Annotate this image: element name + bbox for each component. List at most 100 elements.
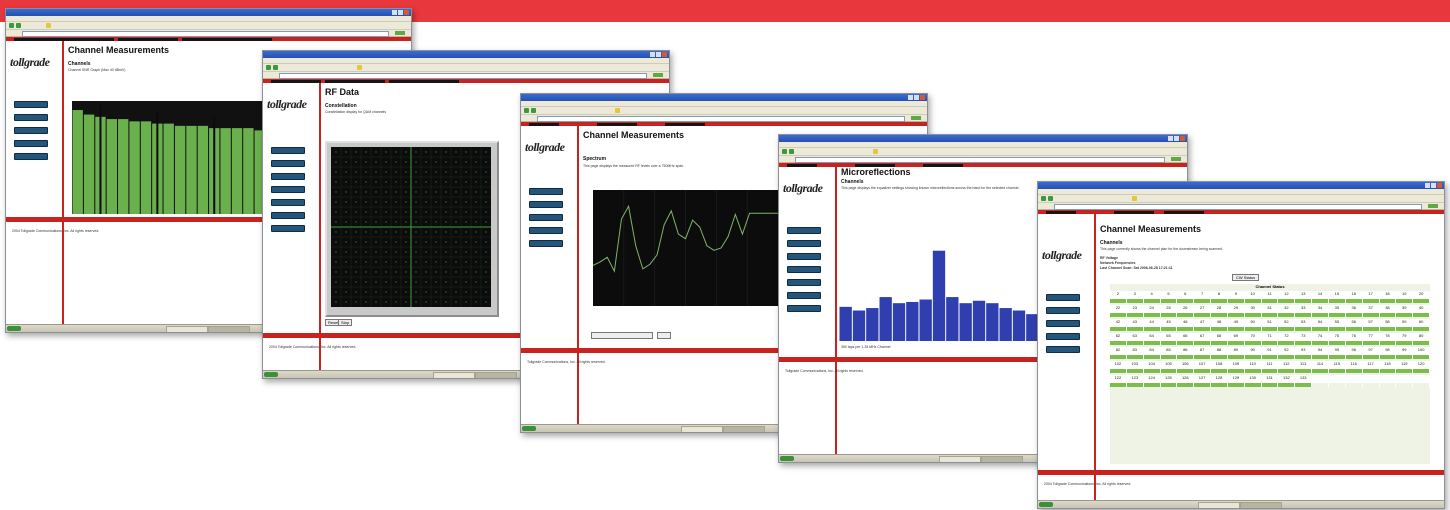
channel-number[interactable]: 92 (1278, 347, 1296, 355)
favorites-icon[interactable] (873, 149, 878, 154)
channel-number[interactable]: 119 (1396, 361, 1414, 369)
channel-number[interactable]: 111 (1261, 361, 1279, 369)
channel-number[interactable]: 47 (1194, 319, 1212, 327)
channel-number[interactable]: 36 (1345, 305, 1363, 313)
channel-number[interactable]: 90 (1244, 347, 1262, 355)
channel-number[interactable]: 133 (1295, 375, 1313, 383)
close-icon[interactable] (404, 10, 409, 15)
address-bar[interactable] (6, 30, 411, 37)
favorites-icon[interactable] (1132, 196, 1137, 201)
sidebar-button[interactable] (787, 292, 821, 299)
sidebar-button[interactable] (271, 160, 305, 167)
channel-number[interactable]: 37 (1362, 305, 1380, 313)
channel-number[interactable] (1362, 375, 1380, 383)
channel-number[interactable]: 31 (1261, 305, 1279, 313)
minimize-icon[interactable] (392, 10, 397, 15)
taskbar-item[interactable] (475, 372, 517, 378)
address-bar[interactable] (521, 115, 927, 122)
channel-number[interactable]: 49 (1227, 319, 1245, 327)
browser-toolbar[interactable] (263, 64, 669, 72)
channel-number[interactable]: 103 (1126, 361, 1144, 369)
sidebar-button[interactable] (787, 227, 821, 234)
taskbar-item[interactable] (433, 372, 475, 378)
sidebar-button[interactable] (787, 253, 821, 260)
channel-number[interactable]: 131 (1261, 375, 1279, 383)
sidebar-button[interactable] (271, 199, 305, 206)
maximize-icon[interactable] (398, 10, 403, 15)
sidebar-button[interactable] (529, 201, 563, 208)
channel-number[interactable]: 18 (1379, 291, 1397, 299)
channel-number[interactable]: 104 (1143, 361, 1161, 369)
sidebar-button[interactable] (14, 101, 48, 108)
go-button[interactable] (1428, 204, 1438, 208)
channel-number[interactable]: 2 (1110, 291, 1127, 299)
taskbar-item[interactable] (208, 326, 250, 332)
browser-toolbar[interactable] (6, 22, 411, 30)
channel-number[interactable]: 44 (1143, 319, 1161, 327)
channel-number[interactable]: 116 (1345, 361, 1363, 369)
channel-number[interactable] (1379, 375, 1397, 383)
channel-number[interactable]: 20 (1413, 291, 1431, 299)
back-icon[interactable] (1041, 196, 1046, 201)
channel-number[interactable]: 96 (1345, 347, 1363, 355)
channel-number[interactable]: 7 (1194, 291, 1212, 299)
channel-number[interactable]: 6 (1177, 291, 1195, 299)
channel-number[interactable]: 109 (1227, 361, 1245, 369)
channel-number[interactable]: 84 (1143, 347, 1161, 355)
channel-number[interactable]: 26 (1177, 305, 1195, 313)
channel-number[interactable]: 28 (1211, 305, 1228, 313)
sidebar-button[interactable] (1046, 346, 1080, 353)
sidebar-button[interactable] (14, 153, 48, 160)
channel-number[interactable]: 91 (1261, 347, 1279, 355)
channel-number[interactable]: 64 (1143, 333, 1161, 341)
channel-number[interactable]: 51 (1261, 319, 1279, 327)
channel-number[interactable]: 56 (1345, 319, 1363, 327)
close-icon[interactable] (1437, 183, 1442, 188)
minimize-icon[interactable] (908, 95, 913, 100)
channel-number[interactable]: 46 (1177, 319, 1195, 327)
channel-number[interactable]: 98 (1379, 347, 1397, 355)
cw-status-button[interactable]: CW Status (1232, 274, 1260, 281)
channel-number[interactable]: 120 (1413, 361, 1431, 369)
channel-number[interactable]: 86 (1177, 347, 1195, 355)
start-button[interactable] (1039, 502, 1053, 507)
channel-number[interactable]: 97 (1362, 347, 1380, 355)
address-bar[interactable] (779, 156, 1187, 163)
taskbar-item[interactable] (166, 326, 208, 332)
close-icon[interactable] (1180, 136, 1185, 141)
favorites-icon[interactable] (615, 108, 620, 113)
start-button[interactable] (780, 456, 794, 461)
sidebar-button[interactable] (14, 114, 48, 121)
taskbar-item[interactable] (681, 426, 723, 432)
channel-number[interactable]: 105 (1160, 361, 1178, 369)
channel-number[interactable]: 110 (1244, 361, 1262, 369)
channel-number[interactable]: 68 (1211, 333, 1228, 341)
channel-number[interactable]: 4 (1143, 291, 1161, 299)
channel-number[interactable]: 40 (1413, 305, 1431, 313)
channel-number[interactable]: 108 (1211, 361, 1228, 369)
channel-number[interactable]: 59 (1396, 319, 1414, 327)
channel-number[interactable]: 112 (1278, 361, 1296, 369)
maximize-icon[interactable] (1174, 136, 1179, 141)
back-icon[interactable] (524, 108, 529, 113)
channel-number[interactable]: 33 (1295, 305, 1313, 313)
maximize-icon[interactable] (1431, 183, 1436, 188)
channel-number[interactable]: 107 (1194, 361, 1212, 369)
channel-number[interactable]: 43 (1126, 319, 1144, 327)
channel-number[interactable]: 89 (1227, 347, 1245, 355)
channel-number[interactable]: 27 (1194, 305, 1212, 313)
channel-number[interactable]: 65 (1160, 333, 1178, 341)
browser-toolbar[interactable] (779, 148, 1187, 156)
sidebar-button[interactable] (271, 225, 305, 232)
back-icon[interactable] (9, 23, 14, 28)
channel-number[interactable]: 38 (1379, 305, 1397, 313)
channel-number[interactable]: 102 (1110, 361, 1127, 369)
sidebar-button[interactable] (271, 173, 305, 180)
channel-number[interactable]: 23 (1126, 305, 1144, 313)
channel-number[interactable]: 122 (1110, 375, 1127, 383)
back-icon[interactable] (782, 149, 787, 154)
channel-number[interactable]: 106 (1177, 361, 1195, 369)
sidebar-button[interactable] (529, 214, 563, 221)
channel-number[interactable]: 99 (1396, 347, 1414, 355)
taskbar-item[interactable] (723, 426, 765, 432)
